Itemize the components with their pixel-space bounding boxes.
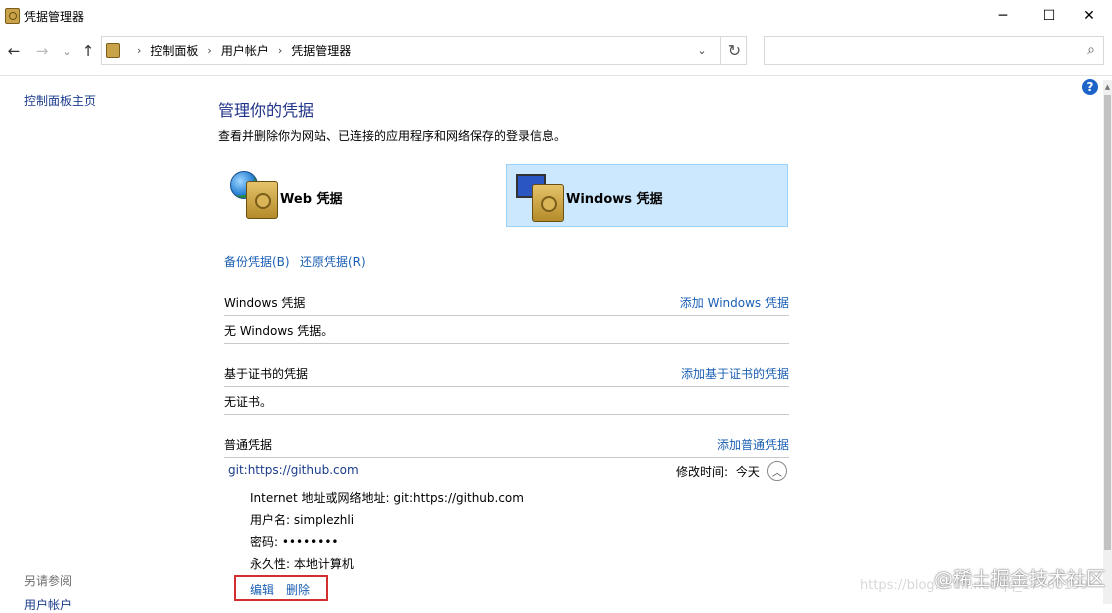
chevron-right-icon[interactable]: ›: [207, 44, 211, 57]
windows-credentials-label: Windows 凭据: [566, 192, 663, 207]
chevron-right-icon[interactable]: ›: [137, 44, 141, 57]
control-panel-home-link[interactable]: 控制面板主页: [24, 92, 96, 109]
windows-credentials-heading: Windows 凭据: [224, 296, 306, 310]
search-input[interactable]: [764, 36, 1104, 65]
divider: [224, 386, 789, 387]
watermark-brand: @稀土掘金技术社区: [934, 568, 1106, 590]
windows-credentials-tile[interactable]: Windows 凭据: [506, 164, 788, 227]
divider: [224, 457, 789, 458]
credential-username: 用户名: simplezhli: [250, 513, 355, 527]
delete-credential-link[interactable]: 删除: [286, 581, 310, 598]
divider: [224, 414, 789, 415]
credential-manager-icon: [5, 8, 20, 24]
chevron-up-icon[interactable]: ︿: [767, 461, 787, 481]
divider: [224, 315, 789, 316]
credential-persistence: 永久性: 本地计算机: [250, 557, 354, 571]
certificate-credentials-empty: 无证书。: [224, 395, 273, 409]
generic-credentials-heading: 普通凭据: [224, 438, 273, 452]
certificate-credentials-heading: 基于证书的凭据: [224, 367, 309, 381]
add-certificate-credential-link[interactable]: 添加基于证书的凭据: [681, 365, 789, 382]
credential-address: Internet 地址或网络地址: git:https://github.com: [250, 491, 524, 505]
breadcrumb-credential-manager[interactable]: 凭据管理器: [291, 42, 351, 59]
add-generic-credential-link[interactable]: 添加普通凭据: [717, 436, 789, 453]
restore-credentials-link[interactable]: 还原凭据(R): [300, 253, 366, 270]
windows-credentials-empty: 无 Windows 凭据。: [224, 324, 334, 338]
vault-icon: [246, 181, 278, 219]
divider: [0, 75, 1112, 76]
chevron-right-icon[interactable]: ›: [278, 44, 282, 57]
breadcrumb-user-accounts[interactable]: 用户帐户: [221, 42, 269, 59]
divider: [224, 343, 789, 344]
up-arrow-icon[interactable]: ↑: [79, 42, 97, 60]
modified-time: 修改时间: 今天: [676, 463, 760, 480]
breadcrumb: › 控制面板 › 用户帐户 › 凭据管理器: [104, 36, 351, 65]
window-title: 凭据管理器: [24, 10, 85, 24]
web-credentials-label: Web 凭据: [280, 192, 343, 207]
breadcrumb-control-panel[interactable]: 控制面板: [150, 42, 198, 59]
close-button[interactable]: ✕: [1066, 0, 1112, 31]
credential-password: 密码: ••••••••: [250, 535, 339, 549]
chevron-down-icon[interactable]: ⌄: [692, 36, 712, 65]
title-bar: [0, 0, 1112, 31]
modified-time-label: 修改时间:: [676, 465, 729, 479]
minimize-button[interactable]: ─: [980, 0, 1026, 31]
scroll-up-icon[interactable]: ▲: [1103, 82, 1112, 92]
refresh-icon[interactable]: ↻: [720, 36, 748, 65]
modified-time-value: 今天: [735, 465, 760, 479]
see-also-heading: 另请参阅: [24, 574, 73, 588]
edit-credential-link[interactable]: 编辑: [250, 581, 274, 598]
search-icon[interactable]: ⌕: [1082, 41, 1100, 59]
back-arrow-icon[interactable]: ←: [5, 42, 23, 60]
forward-arrow-icon[interactable]: →: [33, 42, 51, 60]
user-accounts-link[interactable]: 用户帐户: [24, 596, 72, 613]
recent-locations-icon[interactable]: ⌄: [58, 42, 76, 60]
scrollbar-thumb[interactable]: [1104, 95, 1111, 550]
vault-icon: [532, 184, 564, 222]
page-description: 查看并删除你为网站、已连接的应用程序和网络保存的登录信息。: [218, 129, 567, 143]
page-title: 管理你的凭据: [218, 101, 315, 120]
credential-entry-target[interactable]: git:https://github.com: [228, 463, 359, 477]
highlight-box: [234, 575, 328, 601]
backup-credentials-link[interactable]: 备份凭据(B): [224, 253, 290, 270]
credential-manager-small-icon: [106, 43, 120, 58]
help-icon[interactable]: ?: [1082, 79, 1098, 95]
add-windows-credential-link[interactable]: 添加 Windows 凭据: [680, 294, 789, 311]
web-credentials-tile[interactable]: Web 凭据: [224, 165, 482, 227]
